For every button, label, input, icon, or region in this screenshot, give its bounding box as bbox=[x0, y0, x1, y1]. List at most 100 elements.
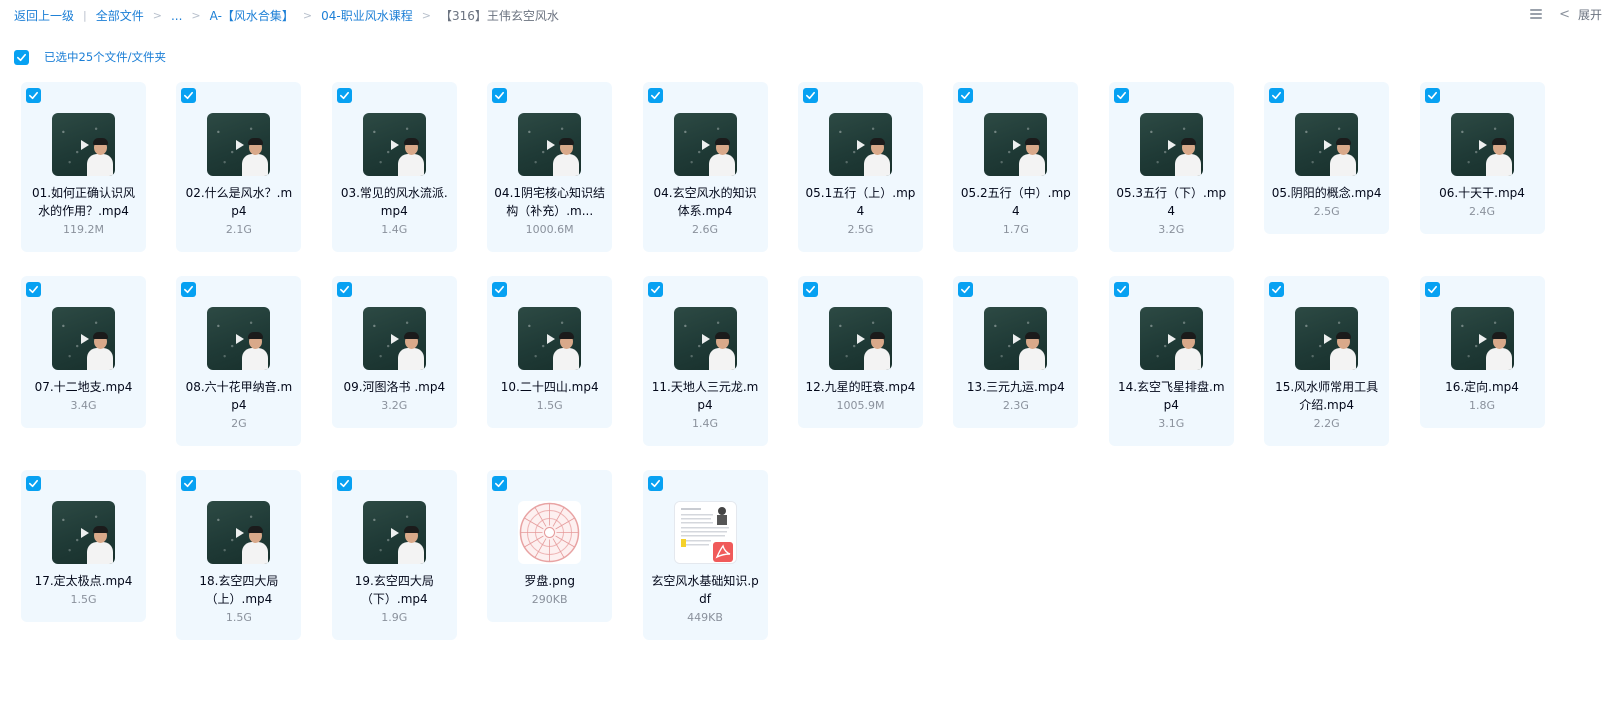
file-name[interactable]: 16.定向.mp4 bbox=[1424, 378, 1541, 396]
file-name[interactable]: 玄空风水基础知识.pdf bbox=[647, 572, 764, 608]
file-name[interactable]: 04.1阴宅核心知识结构（补充）.m... bbox=[491, 184, 608, 220]
file-checkbox[interactable] bbox=[647, 88, 663, 103]
video-thumbnail[interactable] bbox=[984, 307, 1048, 370]
file-checkbox[interactable] bbox=[26, 282, 41, 297]
file-checkbox[interactable] bbox=[1424, 88, 1440, 103]
video-thumbnail[interactable] bbox=[362, 501, 426, 564]
back-up-link[interactable]: 返回上一级 bbox=[14, 7, 74, 24]
video-thumbnail[interactable] bbox=[52, 501, 115, 564]
video-thumbnail[interactable] bbox=[207, 501, 271, 564]
video-thumbnail[interactable] bbox=[52, 113, 115, 176]
image-thumbnail[interactable] bbox=[518, 501, 582, 564]
file-checkbox[interactable] bbox=[647, 282, 663, 297]
file-checkbox[interactable] bbox=[336, 88, 352, 103]
file-name[interactable]: 05.1五行（上）.mp4 bbox=[802, 184, 919, 220]
file-card[interactable]: 10.二十四山.mp4 1.5G bbox=[487, 276, 613, 428]
file-name[interactable]: 04.玄空风水的知识体系.mp4 bbox=[647, 184, 764, 220]
file-checkbox[interactable] bbox=[492, 88, 508, 103]
file-name[interactable]: 07.十二地支.mp4 bbox=[25, 378, 142, 396]
file-card[interactable]: 14.玄空飞星排盘.mp4 3.1G bbox=[1108, 276, 1234, 446]
file-name[interactable]: 罗盘.png bbox=[491, 572, 608, 590]
file-card[interactable]: 12.九星的旺衰.mp4 1005.9M bbox=[797, 276, 923, 428]
video-thumbnail[interactable] bbox=[1139, 307, 1203, 370]
file-name[interactable]: 10.二十四山.mp4 bbox=[491, 378, 608, 396]
file-card[interactable]: 15.风水师常用工具介绍.mp4 2.2G bbox=[1264, 276, 1390, 446]
file-card[interactable]: 01.如何正确认识风水的作用？.mp4 119.2M bbox=[21, 82, 146, 252]
file-card[interactable]: 08.六十花甲纳音.mp4 2G bbox=[176, 276, 302, 446]
file-checkbox[interactable] bbox=[958, 282, 974, 297]
file-checkbox[interactable] bbox=[958, 88, 974, 103]
file-checkbox[interactable] bbox=[1113, 282, 1129, 297]
expand-button[interactable]: 展开 bbox=[1578, 6, 1602, 23]
video-thumbnail[interactable] bbox=[1450, 307, 1514, 370]
file-name[interactable]: 01.如何正确认识风水的作用？.mp4 bbox=[25, 184, 142, 220]
video-thumbnail[interactable] bbox=[362, 113, 426, 176]
file-name[interactable]: 09.河图洛书 .mp4 bbox=[336, 378, 453, 396]
file-card[interactable]: 罗盘.png 290KB bbox=[487, 470, 613, 622]
file-name[interactable]: 19.玄空四大局（下）.mp4 bbox=[336, 572, 453, 608]
file-name[interactable]: 03.常见的风水流派.mp4 bbox=[336, 184, 453, 220]
file-card[interactable]: 05.2五行（中）.mp4 1.7G bbox=[953, 82, 1079, 252]
file-card[interactable]: 19.玄空四大局（下）.mp4 1.9G bbox=[331, 470, 457, 640]
file-card[interactable]: 16.定向.mp4 1.8G bbox=[1419, 276, 1545, 428]
file-checkbox[interactable] bbox=[26, 88, 41, 103]
file-name[interactable]: 17.定太极点.mp4 bbox=[25, 572, 142, 590]
file-card[interactable]: 05.阴阳的概念.mp4 2.5G bbox=[1264, 82, 1390, 234]
video-thumbnail[interactable] bbox=[1295, 307, 1359, 370]
video-thumbnail[interactable] bbox=[518, 307, 582, 370]
file-name[interactable]: 13.三元九运.mp4 bbox=[957, 378, 1074, 396]
breadcrumb-level2[interactable]: 04-职业风水课程 bbox=[321, 7, 413, 24]
file-card[interactable]: 07.十二地支.mp4 3.4G bbox=[21, 276, 146, 428]
video-thumbnail[interactable] bbox=[207, 307, 271, 370]
video-thumbnail[interactable] bbox=[1450, 113, 1514, 176]
file-name[interactable]: 11.天地人三元龙.mp4 bbox=[647, 378, 764, 414]
file-checkbox[interactable] bbox=[181, 282, 197, 297]
file-name[interactable]: 05.3五行（下）.mp4 bbox=[1113, 184, 1230, 220]
video-thumbnail[interactable] bbox=[984, 113, 1048, 176]
video-thumbnail[interactable] bbox=[828, 307, 892, 370]
file-checkbox[interactable] bbox=[492, 476, 508, 491]
select-all-checkbox[interactable] bbox=[14, 49, 29, 65]
file-name[interactable]: 05.阴阳的概念.mp4 bbox=[1268, 184, 1385, 202]
file-name[interactable]: 18.玄空四大局（上）.mp4 bbox=[180, 572, 297, 608]
file-name[interactable]: 02.什么是风水？.mp4 bbox=[180, 184, 297, 220]
video-thumbnail[interactable] bbox=[518, 113, 582, 176]
file-checkbox[interactable] bbox=[1269, 282, 1285, 297]
breadcrumb-level1[interactable]: A-【风水合集】 bbox=[210, 7, 294, 24]
file-card[interactable]: 05.3五行（下）.mp4 3.2G bbox=[1108, 82, 1234, 252]
video-thumbnail[interactable] bbox=[1139, 113, 1203, 176]
file-name[interactable]: 08.六十花甲纳音.mp4 bbox=[180, 378, 297, 414]
file-card[interactable]: 04.玄空风水的知识体系.mp4 2.6G bbox=[642, 82, 768, 252]
file-checkbox[interactable] bbox=[492, 282, 508, 297]
video-thumbnail[interactable] bbox=[207, 113, 271, 176]
list-view-icon[interactable] bbox=[1529, 8, 1543, 21]
breadcrumb-all-files[interactable]: 全部文件 bbox=[96, 7, 144, 24]
file-card[interactable]: 03.常见的风水流派.mp4 1.4G bbox=[331, 82, 457, 252]
file-checkbox[interactable] bbox=[181, 88, 197, 103]
file-checkbox[interactable] bbox=[802, 282, 818, 297]
file-checkbox[interactable] bbox=[26, 476, 41, 491]
video-thumbnail[interactable] bbox=[362, 307, 426, 370]
video-thumbnail[interactable] bbox=[828, 113, 892, 176]
pdf-thumbnail[interactable] bbox=[673, 501, 737, 564]
file-card[interactable]: 玄空风水基础知识.pdf 449KB bbox=[642, 470, 768, 640]
file-name[interactable]: 12.九星的旺衰.mp4 bbox=[802, 378, 919, 396]
file-card[interactable]: 13.三元九运.mp4 2.3G bbox=[953, 276, 1079, 428]
file-checkbox[interactable] bbox=[1113, 88, 1129, 103]
file-checkbox[interactable] bbox=[336, 476, 352, 491]
file-card[interactable]: 17.定太极点.mp4 1.5G bbox=[21, 470, 146, 622]
video-thumbnail[interactable] bbox=[52, 307, 115, 370]
video-thumbnail[interactable] bbox=[673, 113, 737, 176]
file-checkbox[interactable] bbox=[1269, 88, 1285, 103]
file-name[interactable]: 14.玄空飞星排盘.mp4 bbox=[1113, 378, 1230, 414]
chevron-left-icon[interactable]: < bbox=[1559, 7, 1570, 22]
file-card[interactable]: 02.什么是风水？.mp4 2.1G bbox=[176, 82, 302, 252]
file-checkbox[interactable] bbox=[336, 282, 352, 297]
breadcrumb-ellipsis[interactable]: ... bbox=[171, 9, 182, 23]
video-thumbnail[interactable] bbox=[1295, 113, 1359, 176]
file-card[interactable]: 11.天地人三元龙.mp4 1.4G bbox=[642, 276, 768, 446]
file-checkbox[interactable] bbox=[647, 476, 663, 491]
video-thumbnail[interactable] bbox=[673, 307, 737, 370]
file-card[interactable]: 18.玄空四大局（上）.mp4 1.5G bbox=[176, 470, 302, 640]
file-card[interactable]: 06.十天干.mp4 2.4G bbox=[1419, 82, 1545, 234]
